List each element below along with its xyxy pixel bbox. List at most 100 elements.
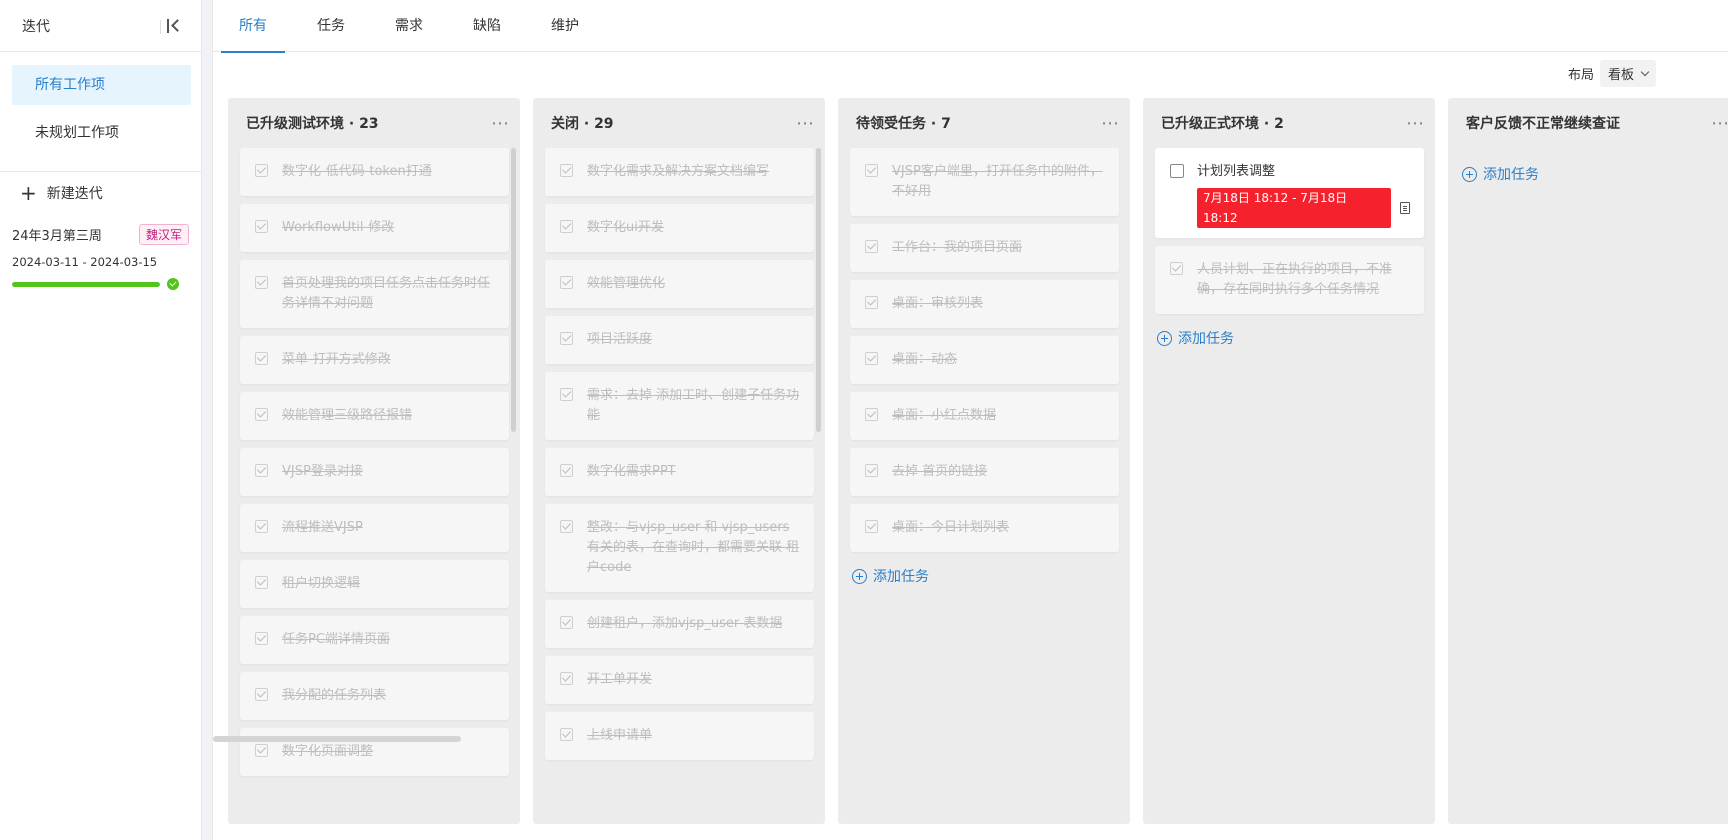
task-card[interactable]: 桌面：小红点数据 (850, 392, 1119, 440)
task-title: 人员计划、正在执行的项目，不准确，存在同时执行多个任务情况 (1197, 262, 1393, 297)
tab-maintenance[interactable]: 维护 (533, 0, 597, 52)
more-options-icon[interactable]: ⋯ (796, 113, 815, 134)
task-card[interactable]: 桌面：审核列表 (850, 280, 1119, 328)
task-card[interactable]: 任务PC端详情页面 (240, 616, 509, 664)
column-scrollbar[interactable] (511, 148, 516, 432)
task-checkbox[interactable] (255, 352, 268, 365)
task-checkbox[interactable] (560, 220, 573, 233)
task-card[interactable]: 菜单-打开方式修改 (240, 336, 509, 384)
task-checkbox[interactable] (560, 388, 573, 401)
more-options-icon[interactable]: ⋯ (491, 113, 510, 134)
task-card[interactable]: 数字化需求PPT (545, 448, 814, 496)
task-title: 工作台：我的项目页面 (892, 240, 1023, 255)
task-title: 需求：去掉 添加工时、创建子任务功能 (587, 388, 800, 423)
task-card[interactable]: VJSP登录对接 (240, 448, 509, 496)
task-card[interactable]: 数字化需求及解决方案文档编写 (545, 148, 814, 196)
task-checkbox[interactable] (560, 332, 573, 345)
task-checkbox[interactable] (865, 352, 878, 365)
task-checkbox[interactable] (865, 164, 878, 177)
task-card[interactable]: 数字化-低代码-token打通 (240, 148, 509, 196)
new-iteration-label: 新建迭代 (46, 186, 103, 202)
task-checkbox[interactable] (255, 688, 268, 701)
task-title: 效能管理三级路径报错 (282, 408, 413, 423)
add-task-button[interactable]: 添加任务 (1155, 322, 1424, 354)
plus-icon: + (20, 181, 37, 205)
task-card[interactable]: 效能管理三级路径报错 (240, 392, 509, 440)
more-options-icon[interactable]: ⋯ (1101, 113, 1120, 134)
task-card[interactable]: WorkflowUtil-修改 (240, 204, 509, 252)
task-checkbox[interactable] (865, 296, 878, 309)
sidebar-item-unplanned-work-items[interactable]: 未规划工作项 (12, 113, 191, 153)
task-title: 数字化ui开发 (587, 220, 664, 235)
task-card[interactable]: 流程推送VJSP (240, 504, 509, 552)
task-checkbox[interactable] (560, 164, 573, 177)
tab-all[interactable]: 所有 (221, 0, 285, 53)
task-checkbox[interactable] (560, 276, 573, 289)
task-checkbox[interactable] (560, 520, 573, 533)
task-checkbox[interactable] (865, 464, 878, 477)
task-checkbox[interactable] (255, 464, 268, 477)
column-scrollbar[interactable] (816, 148, 821, 432)
more-options-icon[interactable]: ⋯ (1711, 113, 1728, 134)
tab-defect[interactable]: 缺陷 (455, 0, 519, 52)
task-card[interactable]: 数字化ui开发 (545, 204, 814, 252)
new-iteration-button[interactable]: + 新建迭代 (0, 172, 201, 214)
task-card[interactable]: 项目活跃度 (545, 316, 814, 364)
task-checkbox[interactable] (255, 408, 268, 421)
kanban-column: 关闭 · 29 ⋯ 数字化需求及解决方案文档编写 数字化ui开发 效能管理优化 项目活跃度… (533, 98, 825, 824)
check-circle-icon (167, 278, 179, 290)
task-checkbox[interactable] (560, 464, 573, 477)
task-checkbox[interactable] (255, 576, 268, 589)
task-checkbox[interactable] (255, 276, 268, 289)
task-checkbox[interactable] (865, 240, 878, 253)
sidebar-item-all-work-items[interactable]: 所有工作项 (12, 65, 191, 105)
task-card[interactable]: 去掉 首页的链接 (850, 448, 1119, 496)
document-icon (1400, 202, 1410, 214)
task-card[interactable]: 计划列表调整 7月18日 18:12 - 7月18日 18:12 (1155, 148, 1424, 238)
collapse-sidebar-icon[interactable] (165, 17, 184, 35)
task-checkbox[interactable] (255, 164, 268, 177)
tab-requirement[interactable]: 需求 (377, 0, 441, 52)
task-checkbox[interactable] (255, 520, 268, 533)
task-checkbox[interactable] (865, 408, 878, 421)
column-header: 待领受任务 · 7 ⋯ (838, 98, 1130, 148)
task-card[interactable]: 上线申请单 (545, 712, 814, 760)
task-card[interactable]: VJSP客户端里，打开任务中的附件，不好用 (850, 148, 1119, 216)
task-checkbox[interactable] (560, 672, 573, 685)
task-title: 首页处理我的项目任务点击任务时任务详情不对问题 (282, 276, 491, 311)
add-task-button[interactable]: 添加任务 (850, 560, 1119, 592)
more-options-icon[interactable]: ⋯ (1406, 113, 1425, 134)
task-card[interactable]: 开工单开发 (545, 656, 814, 704)
due-date-badge: 7月18日 18:12 - 7月18日 18:12 (1197, 188, 1392, 228)
task-checkbox[interactable] (1170, 262, 1183, 275)
task-card[interactable]: 人员计划、正在执行的项目，不准确，存在同时执行多个任务情况 (1155, 246, 1424, 314)
task-checkbox[interactable] (255, 220, 268, 233)
column-title: 客户反馈不正常继续查证 (1466, 116, 1620, 132)
kanban-board: 已升级测试环境 · 23 ⋯ 数字化-低代码-token打通 WorkflowUtil… (228, 98, 1728, 824)
task-checkbox[interactable] (1170, 164, 1184, 178)
task-card[interactable]: 工作台：我的项目页面 (850, 224, 1119, 272)
task-card[interactable]: 我分配的任务列表 (240, 672, 509, 720)
task-card[interactable]: 整改：与vjsp_user 和 vjsp_users 有关的表，在查询时，都需要… (545, 504, 814, 592)
iteration-item[interactable]: 24年3月第三周 魏汉军 2024-03-11 - 2024-03-15 (0, 214, 201, 290)
task-card[interactable]: 桌面：今日计划列表 (850, 504, 1119, 552)
task-checkbox[interactable] (560, 616, 573, 629)
task-card[interactable]: 租户切换逻辑 (240, 560, 509, 608)
task-card[interactable]: 首页处理我的项目任务点击任务时任务详情不对问题 (240, 260, 509, 328)
task-card[interactable]: 需求：去掉 添加工时、创建子任务功能 (545, 372, 814, 440)
column-body: 添加任务 (1460, 148, 1728, 824)
task-checkbox[interactable] (255, 632, 268, 645)
tab-task[interactable]: 任务 (299, 0, 363, 52)
task-title: 去掉 首页的链接 (892, 464, 988, 479)
task-title: 数字化页面调整 (282, 744, 374, 759)
task-checkbox[interactable] (255, 744, 268, 757)
task-checkbox[interactable] (865, 520, 878, 533)
task-card[interactable]: 桌面：动态 (850, 336, 1119, 384)
task-checkbox[interactable] (560, 728, 573, 741)
task-title: 项目活跃度 (587, 332, 653, 347)
layout-select[interactable]: 看板 (1599, 60, 1656, 87)
board-horizontal-scrollbar[interactable] (213, 736, 461, 742)
task-card[interactable]: 效能管理优化 (545, 260, 814, 308)
add-task-button[interactable]: 添加任务 (1460, 158, 1728, 190)
task-card[interactable]: 创建租户，添加vjsp_user 表数据 (545, 600, 814, 648)
